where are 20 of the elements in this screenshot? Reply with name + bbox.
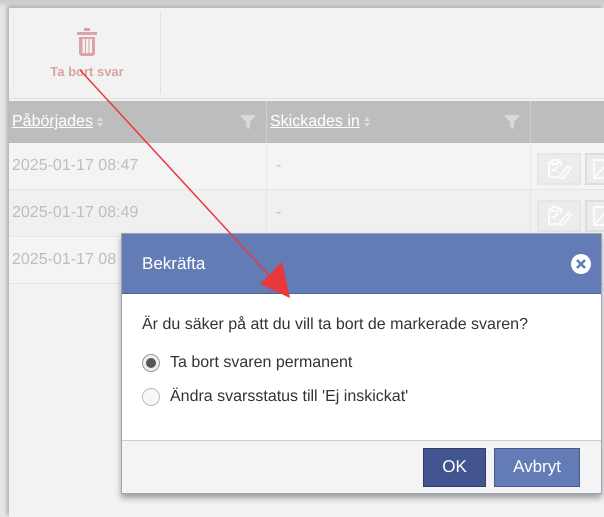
trash-icon (77, 28, 97, 58)
table-cell: - (276, 204, 282, 222)
radio-button[interactable] (142, 354, 160, 372)
column-header-link[interactable]: Skickades in (270, 113, 360, 131)
radio-button[interactable] (142, 388, 160, 406)
close-icon[interactable] (571, 254, 591, 274)
sort-icon (96, 117, 103, 127)
dialog-title: Bekräfta (142, 254, 206, 274)
filter-icon[interactable] (504, 114, 520, 130)
filter-icon[interactable] (240, 114, 256, 130)
option-label: Ändra svarsstatus till 'Ej inskickat' (170, 388, 408, 406)
question-text: Är du säker på att du vill ta bort de markerade svaren? (142, 316, 529, 334)
edit-button[interactable] (537, 200, 581, 232)
cancel-button[interactable]: Avbryt (494, 448, 580, 486)
column-header-link[interactable]: Påbörjades (12, 113, 93, 131)
ok-button[interactable]: OK (423, 448, 486, 486)
edit-button[interactable] (537, 153, 581, 185)
option-label: Ta bort svaren permanent (170, 354, 352, 372)
sort-icon (364, 117, 370, 127)
table-cell: - (276, 157, 282, 175)
